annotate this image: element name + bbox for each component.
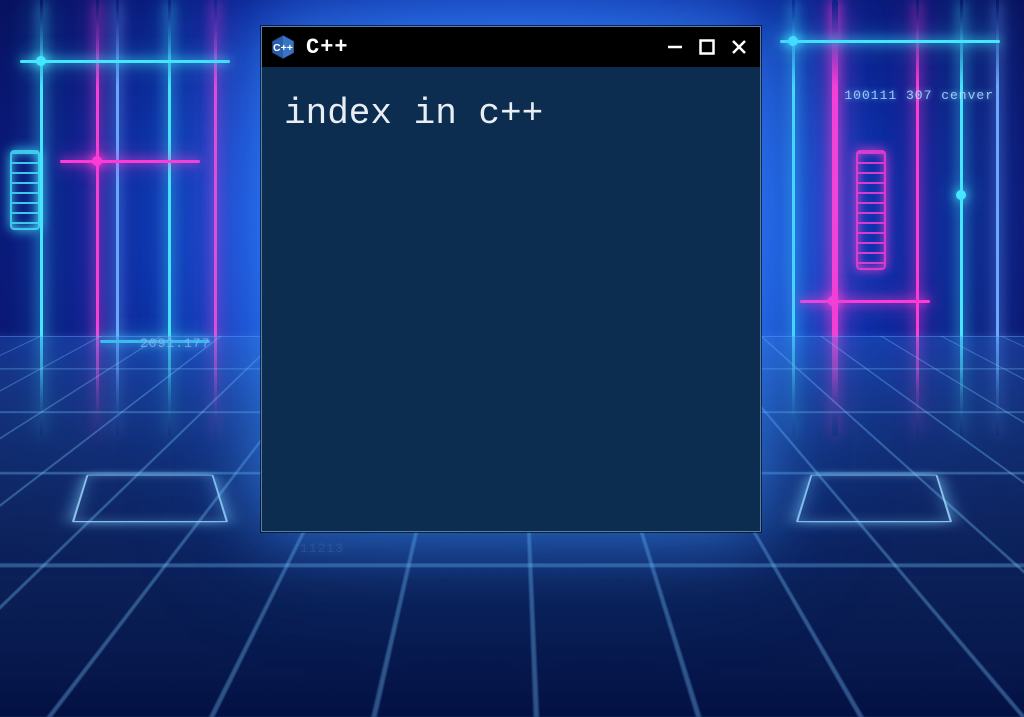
floor-tile [796,475,952,522]
maximize-button[interactable] [696,36,718,58]
neon-chip [10,150,40,230]
svg-text:C++: C++ [273,42,293,54]
neon-node [788,36,798,46]
neon-node [36,56,46,66]
neon-trace [60,160,200,163]
window-controls [664,36,750,58]
floor-tile [72,475,228,522]
terminal-content[interactable]: index in c++ [262,67,760,531]
minimize-button[interactable] [664,36,686,58]
titlebar[interactable]: C++ C++ [262,27,760,67]
close-button[interactable] [728,36,750,58]
neon-trace [20,60,230,63]
neon-node [92,156,102,166]
terminal-window: C++ C++ index in c++ [261,26,761,532]
background-digits: 100111 307 cenver [844,88,994,103]
cpp-hex-icon: C++ [270,34,296,60]
neon-trace [800,300,930,303]
neon-chip [856,150,886,270]
neon-node [828,296,838,306]
neon-node [956,190,966,200]
neon-trace [780,40,1000,43]
window-title: C++ [306,35,654,60]
